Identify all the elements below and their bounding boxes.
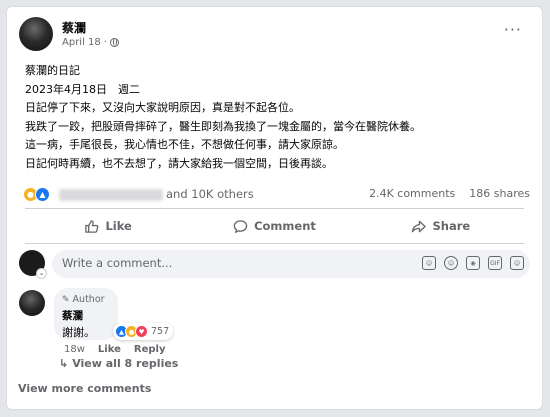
comment-text: 謝謝。	[62, 326, 95, 339]
comment-button[interactable]: Comment	[191, 209, 357, 243]
view-replies-label: View all 8 replies	[72, 357, 179, 370]
comment-reaction-count: 757	[151, 326, 170, 337]
engagement-counts: 2.4K comments 186 shares	[369, 187, 530, 200]
comment-time[interactable]: 18w	[64, 344, 85, 355]
post-header: 蔡瀾 April 18 · ···	[19, 17, 530, 53]
post-line: 2023年4月18日 週二	[25, 82, 140, 96]
pen-icon: ✎	[62, 294, 70, 305]
emoji-icon[interactable]: ☺	[444, 256, 458, 270]
post-date[interactable]: April 18	[62, 37, 101, 48]
share-icon	[412, 220, 427, 232]
author-badge-label: Author	[72, 294, 105, 305]
globe-icon	[109, 38, 119, 47]
post-line: 我跌了一跤，把股頭骨摔碎了，醫生即刻為我換了一塊金屬的，當今在醫院休養。	[25, 119, 421, 133]
meta-separator: ·	[103, 37, 107, 48]
share-button-label: Share	[432, 219, 471, 233]
author-name[interactable]: 蔡瀾	[62, 19, 86, 36]
post-card: 蔡瀾 April 18 · ··· 蔡瀾的日記 2023年4月18日 週二 日記…	[6, 6, 543, 410]
post-meta: April 18 ·	[62, 37, 119, 48]
reply-arrow-icon: ↳	[59, 357, 69, 370]
post-actions: Like Comment Share	[25, 209, 524, 243]
share-button[interactable]: Share	[358, 209, 524, 243]
gif-icon[interactable]: GIF	[488, 256, 502, 270]
comment-reply-link[interactable]: Reply	[134, 344, 166, 355]
comment-button-label: Comment	[254, 219, 316, 233]
reactors-others[interactable]: and 10K others	[166, 187, 254, 201]
love-reaction-icon: ♥	[135, 325, 148, 338]
commenter-name[interactable]: 蔡瀾	[62, 308, 118, 323]
like-reaction-icon: ▲	[35, 187, 50, 202]
chevron-down-icon[interactable]: ⌄	[36, 268, 47, 279]
reaction-summary: ● ▲ and 10K others 2.4K comments 186 sha…	[19, 187, 530, 203]
comment-bubble: ✎ Author 蔡瀾 謝謝。	[54, 288, 118, 340]
post-line: 蔡瀾的日記	[25, 64, 80, 77]
commenter-avatar[interactable]	[19, 290, 45, 316]
comment-reactions[interactable]: ▲ ● ♥ 757	[113, 323, 174, 340]
post-line: 日記何時再續，也不去想了，請大家給我一個空間，日後再談。	[25, 156, 333, 170]
view-replies-link[interactable]: ↳ View all 8 replies	[59, 357, 178, 370]
divider	[25, 243, 524, 244]
post-body: 蔡瀾的日記 2023年4月18日 週二 日記停了下來，又沒向大家說明原因，真是對…	[25, 62, 528, 174]
comment-icon	[233, 219, 248, 233]
more-options-icon[interactable]: ···	[504, 22, 522, 38]
author-avatar[interactable]	[19, 17, 53, 51]
post-line: 這一病，手尾很長，我心情也不佳，不想做任何事，請大家原諒。	[25, 138, 344, 152]
camera-icon[interactable]: ◉	[466, 256, 480, 270]
sticker-icon[interactable]: ☺	[510, 256, 524, 270]
post-line: 日記停了下來，又沒向大家說明原因，真是對不起各位。	[25, 101, 300, 115]
comment-input[interactable]	[62, 256, 402, 270]
comment-composer: ⌄ ☺ ☺ ◉ GIF ☺	[19, 250, 530, 280]
comment-box: ☺ ☺ ◉ GIF ☺	[52, 250, 530, 278]
reaction-icons[interactable]: ● ▲	[23, 187, 50, 202]
comment-like-link[interactable]: Like	[98, 344, 121, 355]
composer-tools: ☺ ☺ ◉ GIF ☺	[422, 256, 524, 270]
thumbs-up-icon	[85, 219, 99, 233]
view-more-comments-link[interactable]: View more comments	[18, 382, 151, 395]
author-badge: ✎ Author	[62, 294, 118, 305]
blurred-reactor-names	[59, 189, 163, 201]
comment-meta: 18w Like Reply	[64, 344, 165, 355]
like-button-label: Like	[105, 219, 132, 233]
comments-count[interactable]: 2.4K comments	[369, 187, 455, 200]
shares-count[interactable]: 186 shares	[469, 187, 530, 200]
avatar-sticker-icon[interactable]: ☺	[422, 256, 436, 270]
like-button[interactable]: Like	[25, 209, 191, 243]
